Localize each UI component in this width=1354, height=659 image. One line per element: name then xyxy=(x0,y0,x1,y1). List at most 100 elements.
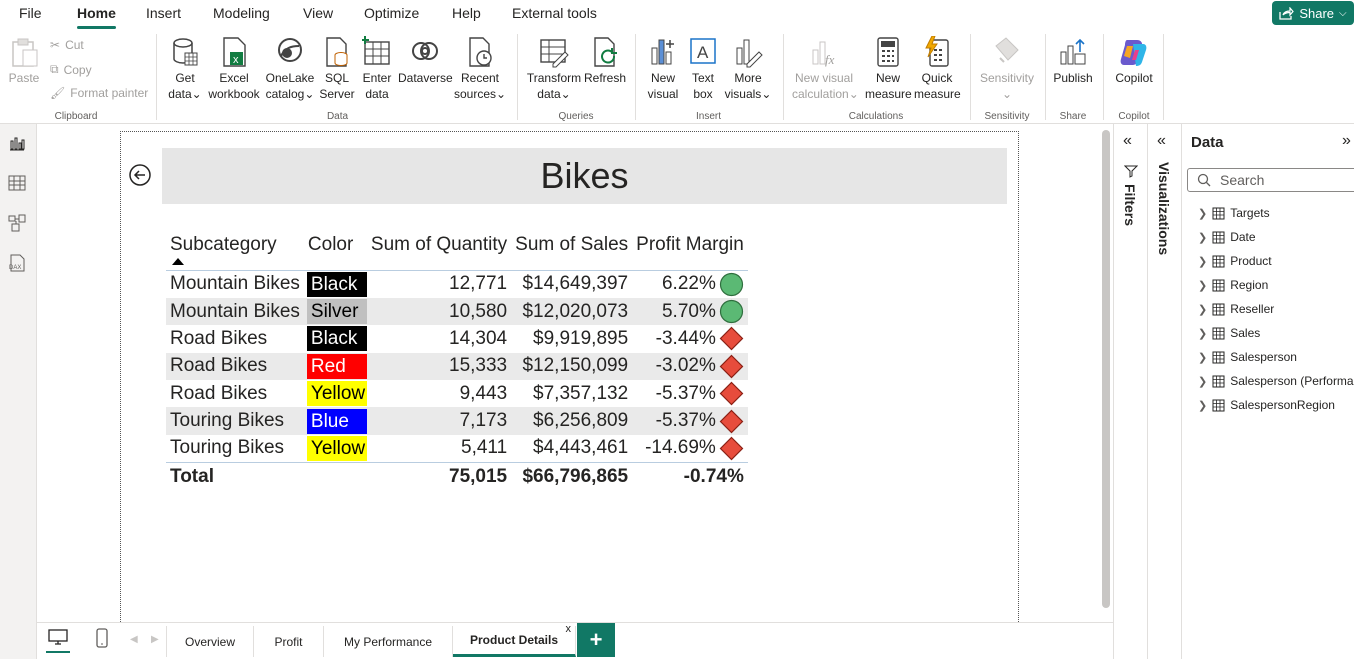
cell-sales: $14,649,397 xyxy=(511,269,633,298)
excel-workbook-button[interactable]: x Excel workbook xyxy=(207,36,261,102)
chevrons-left-icon[interactable]: « xyxy=(1123,132,1132,150)
new-visual-button[interactable]: New visual xyxy=(645,36,681,102)
menu-help[interactable]: Help xyxy=(452,5,481,21)
data-table-item[interactable]: ❯ SalespersonRegion xyxy=(1198,398,1335,412)
tab-scroll-left-icon[interactable]: ◀ xyxy=(130,634,138,645)
data-table-item[interactable]: ❯ Sales xyxy=(1198,326,1260,340)
add-page-button[interactable]: + xyxy=(577,623,615,657)
search-input[interactable]: Search xyxy=(1187,168,1354,192)
table-row[interactable]: Road Bikes Black 14,304 $9,919,895 -3.44% xyxy=(166,325,748,352)
chevrons-left-icon[interactable]: « xyxy=(1157,132,1166,150)
get-data-button[interactable]: Get data⌄ xyxy=(165,36,205,102)
onelake-catalog-button[interactable]: OneLake catalog⌄ xyxy=(263,36,317,102)
canvas-scrollbar[interactable] xyxy=(1102,130,1110,608)
model-view-icon[interactable] xyxy=(8,214,26,232)
dataverse-label: Dataverse xyxy=(398,71,453,85)
chevron-right-icon[interactable]: ❯ xyxy=(1198,327,1207,340)
menu-optimize[interactable]: Optimize xyxy=(364,5,419,21)
data-table-item[interactable]: ❯ Reseller xyxy=(1198,302,1274,316)
copilot-button[interactable]: Copilot xyxy=(1111,36,1157,86)
publish-button[interactable]: Publish xyxy=(1052,36,1094,86)
new-visual-calculation-button[interactable]: fx New visual calculation⌄ xyxy=(792,36,859,102)
menu-external-tools[interactable]: External tools xyxy=(512,5,597,21)
mobile-layout-icon[interactable] xyxy=(96,628,108,648)
table-row[interactable]: Road Bikes Yellow 9,443 $7,357,132 -5.37% xyxy=(166,380,748,407)
more-visuals-icon xyxy=(736,39,763,68)
chevrons-right-icon[interactable]: » xyxy=(1342,132,1351,150)
cut-button[interactable]: ✂ Cut xyxy=(50,38,84,52)
tab-scroll-right-icon[interactable]: ▶ xyxy=(151,634,159,645)
data-table-label: Targets xyxy=(1230,206,1270,220)
table-view-icon[interactable] xyxy=(8,174,26,192)
profit-margin-value: -14.69% xyxy=(645,437,716,459)
table-icon xyxy=(1212,303,1225,315)
recent-icon xyxy=(469,37,492,67)
table-row[interactable]: Touring Bikes Blue 7,173 $6,256,809 -5.37% xyxy=(166,407,748,435)
column-header-profit-margin[interactable]: Profit Margin xyxy=(632,230,748,271)
chevron-right-icon[interactable]: ❯ xyxy=(1198,255,1207,268)
total-profit-margin: -0.74% xyxy=(632,461,748,492)
new-measure-button[interactable]: New measure xyxy=(865,36,912,102)
menu-home[interactable]: Home xyxy=(77,5,116,29)
quick-measure-button[interactable]: Quick measure xyxy=(914,36,961,102)
report-view-icon[interactable] xyxy=(8,134,26,152)
table-row[interactable]: Touring Bikes Yellow 5,411 $4,443,461 -14.69… xyxy=(166,435,748,462)
sql-server-button[interactable]: SQL Server xyxy=(318,36,356,102)
data-table-item[interactable]: ❯ Region xyxy=(1198,278,1268,292)
cell-color: Black xyxy=(304,325,367,352)
chevron-right-icon[interactable]: ❯ xyxy=(1198,231,1207,244)
dax-query-view-icon[interactable]: DAX xyxy=(8,254,26,272)
chevron-down-icon: ⌄ xyxy=(761,87,772,101)
enter-data-button[interactable]: Enter data xyxy=(360,36,394,102)
chevron-right-icon[interactable]: ❯ xyxy=(1198,303,1207,316)
cell-subcategory: Road Bikes xyxy=(170,382,268,404)
desktop-layout-icon[interactable] xyxy=(48,628,68,646)
menu-insert[interactable]: Insert xyxy=(146,5,181,21)
visualizations-pane[interactable]: « Visualizations xyxy=(1147,124,1181,659)
svg-text:DAX: DAX xyxy=(9,265,21,271)
tab-overview[interactable]: Overview xyxy=(166,626,254,657)
refresh-button[interactable]: Refresh xyxy=(584,36,626,86)
chevron-right-icon[interactable]: ❯ xyxy=(1198,375,1207,388)
column-header-subcategory[interactable]: Subcategory xyxy=(166,230,304,271)
share-button[interactable]: Share ⌵ xyxy=(1272,1,1354,25)
more-visuals-button[interactable]: More visuals⌄ xyxy=(724,36,772,102)
tab-profit[interactable]: Profit xyxy=(254,626,324,657)
data-table-item[interactable]: ❯ Salesperson (Performa... xyxy=(1198,374,1354,388)
menu-modeling[interactable]: Modeling xyxy=(213,5,270,21)
tab-my-performance[interactable]: My Performance xyxy=(324,626,453,657)
column-header-color[interactable]: Color xyxy=(304,230,367,271)
data-table-item[interactable]: ❯ Date xyxy=(1198,230,1256,244)
paste-button[interactable]: Paste xyxy=(8,36,40,86)
table-row[interactable]: Mountain Bikes Silver 10,580 $12,020,073 5.7… xyxy=(166,297,748,326)
data-table-item[interactable]: ❯ Targets xyxy=(1198,206,1270,220)
format-painter-button[interactable]: 🖌 Format painter xyxy=(50,86,148,100)
svg-text:x: x xyxy=(233,54,239,66)
matrix-table[interactable]: Subcategory Color Sum of Quantity Sum of… xyxy=(166,230,748,492)
menu-view[interactable]: View xyxy=(303,5,333,21)
menu-file[interactable]: File xyxy=(19,5,42,21)
table-row[interactable]: Mountain Bikes Black 12,771 $14,649,397 6.22… xyxy=(166,269,748,298)
close-tab-icon[interactable]: x xyxy=(566,623,572,635)
column-header-sales[interactable]: Sum of Sales xyxy=(511,230,632,271)
sensitivity-button[interactable]: Sensitivity ⌄ xyxy=(978,36,1036,102)
tab-product-details[interactable]: Product Details x xyxy=(453,623,576,657)
data-table-item[interactable]: ❯ Product xyxy=(1198,254,1272,268)
text-box-button[interactable]: A Text box xyxy=(686,36,720,102)
column-header-quantity[interactable]: Sum of Quantity xyxy=(367,230,511,271)
chevron-right-icon[interactable]: ❯ xyxy=(1198,207,1207,220)
transform-data-button[interactable]: Transform data⌄ xyxy=(526,36,582,102)
dataverse-button[interactable]: Dataverse xyxy=(398,36,453,86)
filters-pane[interactable]: « Filters xyxy=(1113,124,1147,659)
recent-sources-button[interactable]: Recent sources⌄ xyxy=(454,36,506,102)
chevron-right-icon[interactable]: ❯ xyxy=(1198,351,1207,364)
visual-calc-label-1: New visual xyxy=(794,71,854,85)
cell-subcategory: Touring Bikes xyxy=(170,437,285,459)
cell-color: Red xyxy=(303,352,367,381)
back-arrow-icon[interactable] xyxy=(129,164,151,186)
chevron-right-icon[interactable]: ❯ xyxy=(1198,399,1207,412)
copy-button[interactable]: ⧉ Copy xyxy=(50,62,92,77)
data-table-item[interactable]: ❯ Salesperson xyxy=(1198,350,1297,364)
table-row[interactable]: Road Bikes Red 15,333 $12,150,099 -3.02% xyxy=(166,352,748,381)
chevron-right-icon[interactable]: ❯ xyxy=(1198,279,1207,292)
